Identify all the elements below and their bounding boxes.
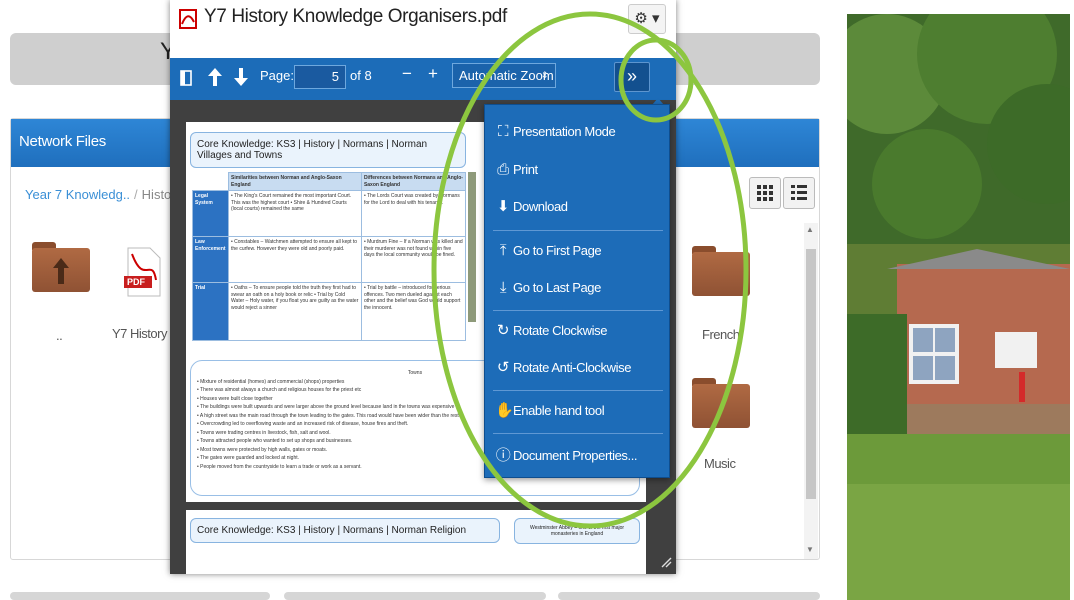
pdf-logo-icon [179, 9, 197, 29]
list-icon [791, 185, 807, 200]
menu-item-label: Rotate Clockwise [513, 323, 608, 338]
list-view-button[interactable] [783, 177, 815, 209]
scroll-down-arrow-icon[interactable]: ▼ [806, 545, 814, 554]
folder-icon-music[interactable] [692, 378, 750, 428]
scroll-up-arrow-icon[interactable]: ▲ [806, 225, 814, 234]
page-heading-2: Core Knowledge: KS3 | History | Normans … [190, 518, 500, 543]
screenshot-root: Y Network Files Year 7 Knowledg.. / Histor… [0, 0, 1074, 600]
page-number-input[interactable]: 5 [294, 65, 346, 89]
table-cell: • The King's Court remained the most imp… [228, 190, 362, 237]
zoom-out-button[interactable]: − [402, 64, 412, 84]
school-photo-graphic [847, 14, 1070, 600]
menu-item-label: Download [513, 199, 568, 214]
up-arrow-icon [53, 258, 69, 284]
table-cell: • Oaths – To ensure people told the trut… [228, 282, 362, 341]
page-caption: Westminster Abbey – one of the first maj… [514, 518, 640, 544]
menu-item-print[interactable]: ⎙ Print [485, 155, 671, 185]
rotate-ccw-icon: ↺ [496, 359, 510, 376]
viewer-file-title: Y7 History Knowledge Organisers.pdf [204, 6, 507, 27]
zoom-in-button[interactable]: + [428, 64, 438, 84]
first-page-icon: ⤒ [499, 242, 507, 259]
breadcrumb: Year 7 Knowledg.. / History [25, 187, 183, 202]
grid-view-button[interactable] [749, 177, 781, 209]
download-icon: ⬇ [496, 198, 510, 215]
viewer-title-bar: Y7 History Knowledge Organisers.pdf ⚙ ▾ [170, 0, 676, 58]
menu-separator [493, 390, 663, 391]
sidebar-toggle-icon[interactable] [180, 70, 192, 86]
table-cell: • Constables – Watchmen attempted to ens… [228, 236, 362, 283]
menu-separator [493, 310, 663, 311]
resize-handle-icon[interactable] [660, 556, 672, 568]
file-label-french[interactable]: French [702, 327, 740, 342]
menu-item-download[interactable]: ⬇ Download [485, 192, 671, 222]
page-heading: Core Knowledge: KS3 | History | Normans … [190, 132, 466, 168]
menu-item-label: Go to Last Page [513, 280, 601, 295]
table-header: Differences between Normans and Anglo-Sa… [360, 172, 467, 191]
menu-item-label: Enable hand tool [513, 403, 605, 418]
menu-item-presentation-mode[interactable]: ⛶ Presentation Mode [485, 117, 671, 147]
rotate-cw-icon: ↻ [496, 322, 510, 339]
breadcrumb-item-year7[interactable]: Year 7 Knowledg.. [25, 187, 130, 202]
fullscreen-icon: ⛶ [497, 123, 509, 140]
menu-item-last-page[interactable]: ⤓ Go to Last Page [485, 273, 671, 303]
secondary-toolbar-menu: ⛶ Presentation Mode ⎙ Print ⬇ Download ⤒ Go … [484, 104, 670, 478]
viewer-toolbar: Page: 5 of 8 − + Automatic Zoom ⇕ » [170, 58, 676, 100]
menu-item-label: Go to First Page [513, 243, 602, 258]
school-photo [847, 14, 1070, 600]
menu-item-hand-tool[interactable]: ✋ Enable hand tool [485, 396, 671, 426]
zoom-select-value: Automatic Zoom [459, 68, 554, 83]
scrollbar-thumb[interactable] [806, 249, 816, 499]
menu-item-rotate-clockwise[interactable]: ↻ Rotate Clockwise [485, 316, 671, 346]
network-files-title: Network Files [19, 133, 106, 150]
menu-item-document-properties[interactable]: ⓘ Document Properties... [485, 441, 671, 471]
menu-item-first-page[interactable]: ⤒ Go to First Page [485, 236, 671, 266]
menu-item-rotate-anticlockwise[interactable]: ↺ Rotate Anti-Clockwise [485, 353, 671, 383]
pdf-file-icon[interactable]: PDF [122, 246, 162, 298]
table-row-label: Legal System [192, 190, 229, 237]
hand-icon: ✋ [495, 402, 514, 419]
menu-separator [493, 230, 663, 231]
page-label: Page: [260, 68, 294, 83]
info-icon: ⓘ [495, 447, 511, 464]
table-row-label: Trial [192, 282, 229, 341]
table-cell: • Murdrum Fine – If a Norman was killed … [360, 236, 467, 283]
pdf-graphic-icon [124, 247, 161, 297]
menu-item-label: Document Properties... [513, 448, 638, 463]
pdf-badge: PDF [127, 277, 145, 287]
menu-item-label: Rotate Anti-Clockwise [513, 360, 632, 375]
menu-item-label: Presentation Mode [513, 124, 616, 139]
print-icon: ⎙ [497, 161, 509, 178]
file-label-music[interactable]: Music [704, 456, 736, 471]
secondary-toolbar-toggle[interactable]: » [614, 62, 650, 92]
document-page-6: Core Knowledge: KS3 | History | Normans … [186, 510, 646, 574]
document-image [468, 172, 476, 322]
next-page-icon[interactable] [234, 68, 248, 86]
table-cell: • The Lords Court was created by Normans… [360, 190, 467, 237]
menu-item-label: Print [513, 162, 538, 177]
select-arrows-icon: ⇕ [541, 70, 549, 80]
zoom-select[interactable]: Automatic Zoom ⇕ [452, 63, 556, 88]
page-total: of 8 [350, 68, 372, 83]
comparison-table: Similarities between Norman and Anglo-Sa… [192, 172, 467, 341]
file-label-parent: .. [56, 328, 63, 343]
parent-folder-icon[interactable] [32, 242, 90, 292]
table-row-label: Law Enforcement [192, 236, 229, 283]
grid-icon [757, 185, 773, 201]
table-header: Similarities between Norman and Anglo-Sa… [228, 172, 362, 191]
menu-separator [493, 433, 663, 434]
table-cell: • Trial by battle – introduced for serio… [360, 282, 467, 341]
last-page-icon: ⤓ [499, 279, 507, 296]
folder-icon-french[interactable] [692, 246, 750, 296]
gear-menu-button[interactable]: ⚙ ▾ [628, 4, 666, 34]
file-list-scrollbar[interactable]: ▲ ▼ [804, 223, 818, 559]
file-label-pdf[interactable]: Y7 History K [112, 326, 179, 341]
previous-page-icon[interactable] [208, 68, 222, 86]
